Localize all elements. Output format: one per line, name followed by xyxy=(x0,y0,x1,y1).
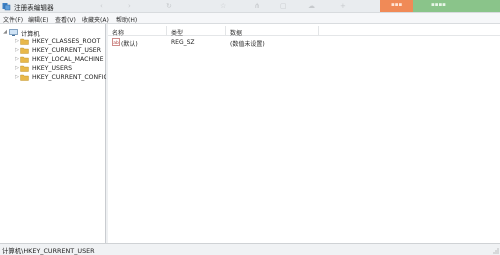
window-title: 注册表编辑器 xyxy=(14,4,54,12)
tree-item-label: HKEY_LOCAL_MACHINE xyxy=(32,56,104,63)
collapse-icon[interactable]: ◢ xyxy=(2,28,8,37)
folder-icon xyxy=(20,65,29,72)
column-divider[interactable] xyxy=(318,26,319,36)
tree-item-label: HKEY_CLASSES_ROOT xyxy=(32,38,101,45)
back-arrow-icon: ‹ xyxy=(100,2,103,10)
list-row[interactable]: ab (默认) REG_SZ (数值未设置) xyxy=(108,37,500,48)
value-data: (数值未设置) xyxy=(230,41,265,48)
forward-arrow-icon: › xyxy=(128,2,131,10)
menu-edit[interactable]: 编辑(E) xyxy=(28,15,48,24)
key-tree[interactable]: ◢ 计算机 ▷ HKEY_CLASSES_ROOT ▷ HKEY_CURRENT… xyxy=(0,24,109,243)
star-icon: ☆ xyxy=(220,2,227,10)
column-header-type[interactable]: 类型 xyxy=(171,28,183,37)
status-bar: 计算机\HKEY_CURRENT_USER xyxy=(0,243,500,255)
refresh-icon: ↻ xyxy=(166,2,172,10)
folder-icon xyxy=(20,56,29,63)
lock-icon: ▢ xyxy=(280,2,287,10)
menu-favorites[interactable]: 收藏夹(A) xyxy=(82,15,109,24)
regedit-icon xyxy=(2,3,11,11)
cloud-icon: ☁ xyxy=(308,2,315,10)
svg-text:ab: ab xyxy=(113,40,119,46)
folder-icon xyxy=(20,38,29,45)
menu-view[interactable]: 查看(V) xyxy=(55,15,76,24)
status-path: 计算机\HKEY_CURRENT_USER xyxy=(2,247,95,255)
plus-icon: + xyxy=(340,2,346,10)
tree-item-label: HKEY_CURRENT_USER xyxy=(32,47,102,54)
string-value-icon: ab xyxy=(112,38,120,46)
orange-tab[interactable]: ▪▪▪ xyxy=(380,0,413,12)
column-header-name[interactable]: 名称 xyxy=(112,28,124,37)
list-header: 名称 类型 数据 xyxy=(108,26,500,37)
column-divider[interactable] xyxy=(225,26,226,36)
menu-file[interactable]: 文件(F) xyxy=(3,15,23,24)
tree-root-label: 计算机 xyxy=(21,31,40,38)
value-name: (默认) xyxy=(121,41,138,48)
column-divider[interactable] xyxy=(166,26,167,36)
share-icon: ⋔ xyxy=(254,2,260,10)
column-header-data[interactable]: 数据 xyxy=(230,28,242,37)
values-list[interactable]: 名称 类型 数据 ab (默认) REG_SZ (数值未设置) xyxy=(108,24,500,243)
value-type: REG_SZ xyxy=(171,39,195,46)
resize-grip-icon[interactable] xyxy=(492,247,499,254)
folder-icon xyxy=(20,74,29,81)
menu-help[interactable]: 帮助(H) xyxy=(116,15,137,24)
menu-bar: 文件(F) 编辑(E) 查看(V) 收藏夹(A) 帮助(H) xyxy=(0,13,500,24)
tree-item-label: HKEY_USERS xyxy=(32,65,73,72)
title-bar: 注册表编辑器 ‹ › ↻ ☆ ⋔ ▢ ☁ + ▪▪▪ ▪▪▪▪ xyxy=(0,0,500,13)
green-tab[interactable]: ▪▪▪▪ xyxy=(413,0,500,12)
background-toolbar: ‹ › ↻ ☆ ⋔ ▢ ☁ + xyxy=(70,1,370,12)
folder-icon xyxy=(20,47,29,54)
computer-icon xyxy=(9,29,18,36)
tree-item-label: HKEY_CURRENT_CONFIG xyxy=(32,74,109,81)
